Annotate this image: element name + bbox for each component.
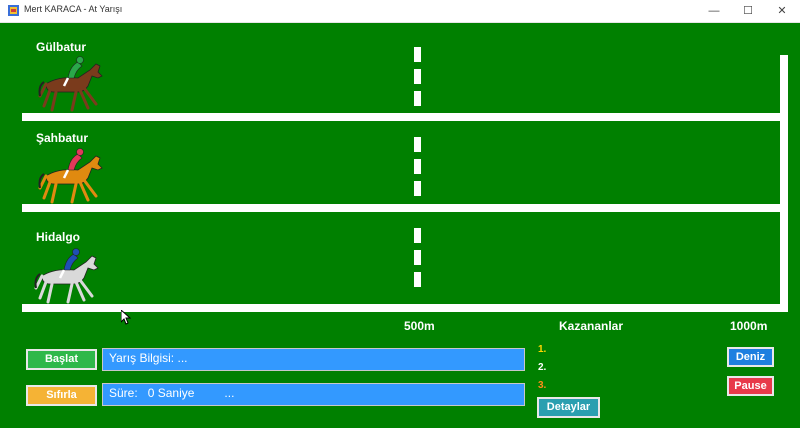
winners-title: Kazananlar: [559, 319, 624, 333]
midpoint-marker: [414, 69, 421, 84]
time-info-box: Süre: 0 Saniye ...: [102, 383, 525, 406]
app-icon: [8, 5, 19, 16]
midpoint-marker: [414, 47, 421, 62]
midpoint-marker: [414, 250, 421, 265]
distance-label-1000: 1000m: [730, 319, 768, 333]
start-button[interactable]: Başlat: [26, 349, 97, 370]
midpoint-marker: [414, 137, 421, 152]
finish-line: [780, 55, 788, 312]
horse-3-icon: [34, 248, 99, 304]
details-button[interactable]: Detaylar: [537, 397, 600, 418]
title-bar: Mert KARACA - At Yarışı — ☐ ✕: [0, 0, 800, 23]
distance-label-500: 500m: [404, 319, 435, 333]
close-button[interactable]: ✕: [765, 0, 799, 22]
window-title: Mert KARACA - At Yarışı: [24, 4, 123, 14]
midpoint-marker: [414, 181, 421, 196]
horse-name-1: Gülbatur: [36, 40, 86, 54]
winner-rank-2: 2.: [538, 362, 547, 373]
lane-1-rail: [22, 113, 780, 121]
midpoint-marker: [414, 228, 421, 243]
winner-rank-1: 1.: [538, 344, 547, 355]
race-info-label: Yarış Bilgisi:: [109, 351, 175, 365]
time-value: 0 Saniye: [147, 386, 195, 400]
race-track: Gülbatur Şahbatur Hidalgo 500m Kazananla…: [0, 23, 800, 428]
horse-2-icon: [38, 148, 103, 204]
horse-name-3: Hidalgo: [36, 230, 80, 244]
mouse-cursor-icon: [121, 310, 131, 325]
time-extra: ...: [224, 386, 235, 400]
horse-name-2: Şahbatur: [36, 131, 89, 145]
midpoint-marker: [414, 272, 421, 287]
lane-2-rail: [22, 204, 780, 212]
reset-button[interactable]: Sıfırla: [26, 385, 97, 406]
sea-button[interactable]: Deniz: [727, 347, 774, 367]
winner-rank-3: 3.: [538, 380, 547, 391]
race-info-box: Yarış Bilgisi: ...: [102, 348, 525, 371]
time-label: Süre:: [109, 386, 138, 400]
horse-1-icon: [38, 56, 103, 112]
midpoint-marker: [414, 91, 421, 106]
maximize-button[interactable]: ☐: [731, 0, 765, 22]
lane-3-rail: [22, 304, 780, 312]
race-info-value: ...: [177, 351, 188, 365]
minimize-button[interactable]: —: [697, 0, 731, 22]
midpoint-marker: [414, 159, 421, 174]
pause-button[interactable]: Pause: [727, 376, 774, 396]
